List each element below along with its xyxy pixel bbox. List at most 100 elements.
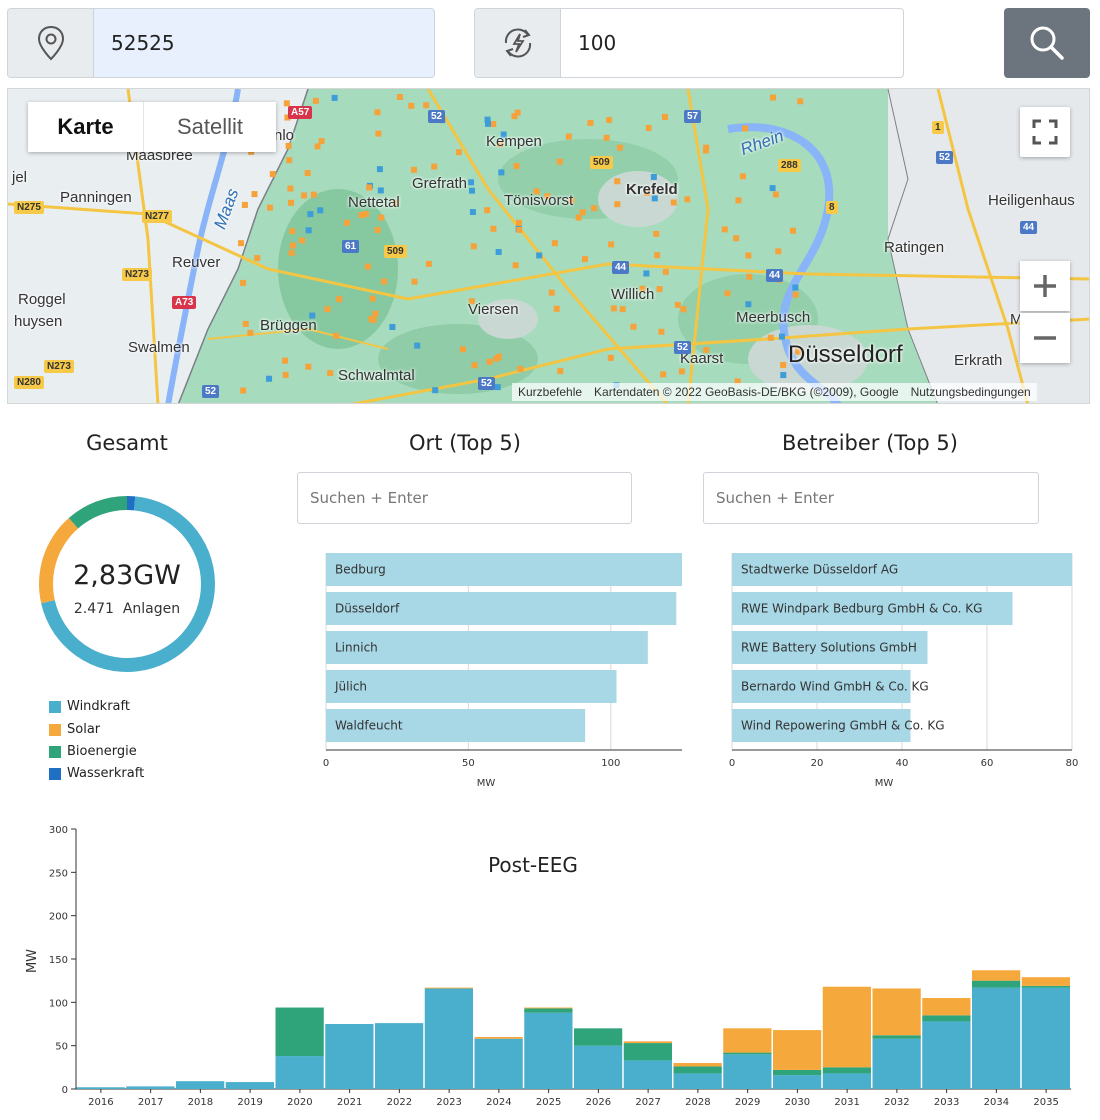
bar-segment [723,1054,772,1089]
map-road-shield: 52 [674,341,692,354]
bar-segment [176,1081,225,1089]
map-road-shield: 509 [590,156,613,169]
keyboard-shortcuts-link[interactable]: Kurzbefehle [518,385,582,399]
map-road-shield: 1 [932,121,944,134]
bar-segment [574,1045,623,1089]
zoom-out-button[interactable] [1020,313,1070,363]
map-place: Viersen [468,301,519,318]
map-marker [619,306,626,313]
map-place: Erkrath [954,352,1003,369]
zoom-in-button[interactable] [1020,261,1070,311]
map-marker [614,178,621,185]
x-tick-label: 2035 [1033,1097,1058,1108]
map-marker [240,279,247,286]
map-marker [617,144,624,151]
map-marker [780,362,787,369]
map-marker [778,333,785,340]
bar-segment [872,1038,921,1089]
map-marker [658,328,665,335]
map-marker [372,310,379,317]
map-marker [614,201,621,208]
map-place: nlo [274,127,295,144]
y-tick-label: 0 [62,1085,68,1096]
map-road-shield: 509 [384,245,407,258]
ort-search-input[interactable]: Suchen + Enter [297,472,632,524]
x-tick-label: 2023 [436,1097,461,1108]
map-marker [662,268,669,275]
map-marker [469,187,476,194]
map-marker [336,296,343,303]
location-pin-icon [8,9,94,77]
x-tick-label: 100 [601,758,620,769]
map-marker [680,306,687,313]
terms-link[interactable]: Nutzungsbedingungen [911,385,1031,399]
legend-label: Windkraft [67,699,130,714]
map-marker [643,270,650,277]
map-place: Grefrath [412,175,468,192]
map-tab-karte[interactable]: Karte [28,102,144,152]
map-marker [797,98,804,105]
map-marker [792,291,799,298]
power-input[interactable]: 100 [561,9,903,77]
map-marker [266,375,273,382]
bar-segment [673,1066,722,1074]
x-tick-label: 2017 [138,1097,163,1108]
map-marker [333,332,340,339]
map-marker [459,346,466,353]
bar [326,670,617,703]
fullscreen-button[interactable] [1020,107,1070,157]
bar-segment [275,1056,324,1089]
bar-segment [375,1023,424,1089]
bar-label: Linnich [335,641,378,655]
map-marker [375,130,382,137]
bar-label: Bedburg [335,563,386,577]
bar-label: Waldfeucht [335,719,403,733]
map-road-shield: 52 [428,110,446,123]
map-marker [495,353,502,360]
map-place: Heiligenhaus [988,192,1075,209]
map-marker [579,209,586,216]
postal-code-input[interactable]: 52525 [94,9,434,77]
map-place: Schwalmtal [338,367,415,384]
map-marker [536,252,543,259]
map-marker [513,162,520,169]
map-place: Düsseldorf [788,341,903,368]
x-tick-label: 2026 [586,1097,611,1108]
map-marker [240,387,247,394]
search-button[interactable] [1004,8,1090,78]
betreiber-search-input[interactable]: Suchen + Enter [703,472,1039,524]
power-field[interactable]: 100 [474,8,904,78]
map-road-shield: 44 [612,261,630,274]
map-marker [310,191,317,198]
post-eeg-chart: Post-EEG MW 0 50 100 150 200 250 300 2016 2017 20… [25,825,1071,1108]
map-marker [282,371,289,378]
map-place: Reuver [172,254,221,271]
map-marker [305,227,312,234]
map-marker [556,158,563,165]
map-marker [721,226,728,233]
x-tick-label: 2020 [287,1097,312,1108]
x-tick-label: 2027 [635,1097,660,1108]
map-type-switch[interactable]: Karte Satellit [28,102,276,152]
x-tick-label: 0 [323,758,329,769]
map-marker [516,226,523,233]
map-marker [343,219,350,226]
postal-code-field[interactable]: 52525 [7,8,435,78]
map-marker [684,196,691,203]
x-tick-label: 2028 [685,1097,710,1108]
bar-segment [822,1067,871,1074]
gesamt-count-line: 2.471 Anlagen [50,601,204,617]
map[interactable]: Kempen Krefeld Grefrath Nettetal Tönisvo… [7,88,1090,404]
map-place: Kempen [486,133,542,150]
x-tick-label: 2029 [735,1097,760,1108]
map-place: Swalmen [128,339,190,356]
map-road-shield: 288 [778,159,801,172]
y-tick-label: 300 [49,825,68,836]
map-tab-satellit[interactable]: Satellit [144,102,276,152]
legend-swatch [49,723,61,736]
legend-windkraft: Windkraft [49,699,130,714]
x-tick-label: 2030 [785,1097,810,1108]
post-eeg-title: Post-EEG [488,853,578,877]
power-cycle-icon [475,9,561,77]
bar-segment [972,970,1021,981]
